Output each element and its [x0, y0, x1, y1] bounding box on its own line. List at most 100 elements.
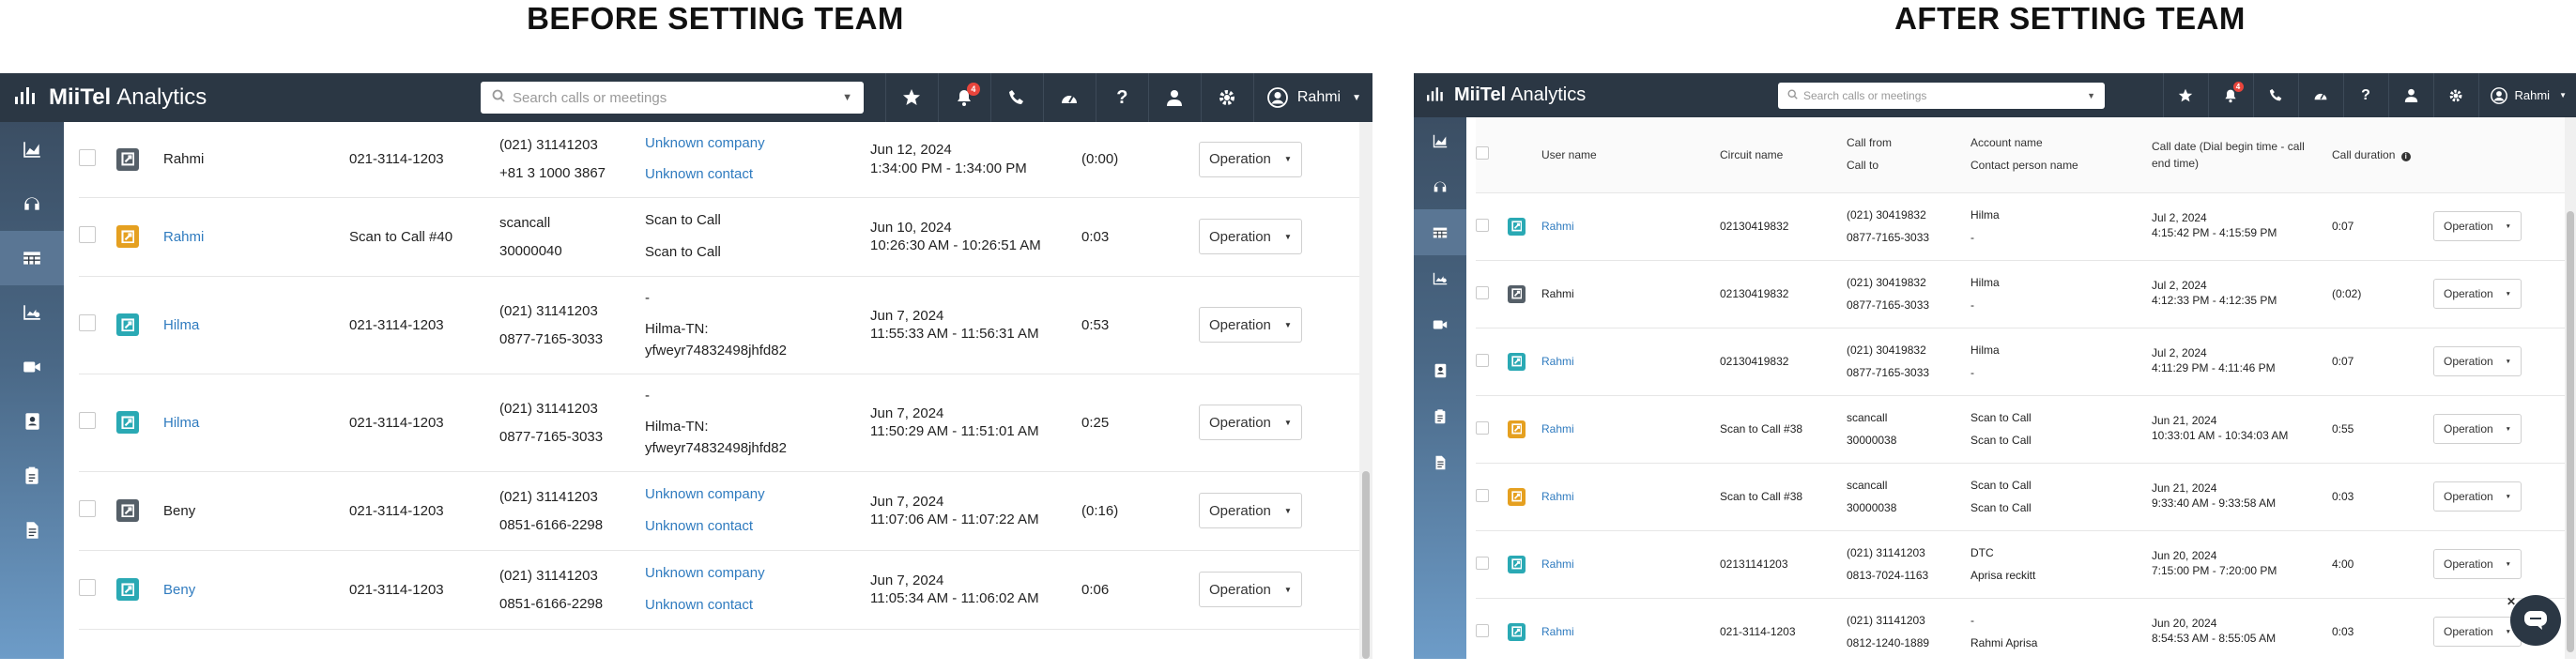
- user-name[interactable]: Rahmi: [1541, 557, 1574, 571]
- row-select[interactable]: [1476, 192, 1508, 261]
- table-row[interactable]: Rahmi Scan to Call #38 scancall 30000038 Sca…: [1476, 395, 2565, 464]
- row-select[interactable]: [1476, 395, 1508, 464]
- row-checkbox[interactable]: [1476, 218, 1489, 232]
- help-button[interactable]: ?: [2342, 73, 2388, 117]
- user-menu[interactable]: Rahmi ▼: [1252, 73, 1372, 122]
- settings-button[interactable]: [1200, 73, 1253, 122]
- search-box[interactable]: Search calls or meetings ▼: [481, 82, 864, 114]
- contact-name[interactable]: Unknown contact: [645, 596, 870, 615]
- table-row[interactable]: Rahmi 02130419832 (021) 30419832 0877-7165-…: [1476, 192, 2565, 261]
- user-cell[interactable]: Rahmi: [1541, 395, 1720, 464]
- operation-button[interactable]: Operation ▼: [1199, 307, 1302, 343]
- row-checkbox[interactable]: [79, 500, 96, 517]
- user-name[interactable]: Beny: [163, 582, 195, 598]
- table-row[interactable]: Rahmi 02130419832 (021) 30419832 0877-7165-…: [1476, 328, 2565, 396]
- search-dropdown-icon[interactable]: ▼: [842, 92, 852, 103]
- user-cell[interactable]: Rahmi: [145, 197, 349, 277]
- operation-button[interactable]: Operation ▼: [1199, 572, 1302, 607]
- contact-name[interactable]: Unknown contact: [645, 517, 870, 536]
- row-checkbox[interactable]: [1476, 420, 1489, 435]
- sidebar-item-3[interactable]: [1414, 255, 1466, 301]
- dashboard-button[interactable]: [1042, 73, 1096, 122]
- user-name[interactable]: Rahmi: [1541, 355, 1574, 368]
- sidebar-item-6[interactable]: [0, 449, 64, 503]
- agent-button[interactable]: [2387, 73, 2433, 117]
- user-name[interactable]: Hilma: [163, 415, 199, 431]
- sidebar-item-0[interactable]: [1414, 117, 1466, 163]
- table-row[interactable]: Hilma 021-3114-1203 (021) 31141203 0877-716…: [79, 276, 1365, 374]
- help-button[interactable]: ?: [1095, 73, 1148, 122]
- row-select[interactable]: [1476, 260, 1508, 328]
- row-select[interactable]: [1476, 530, 1508, 599]
- settings-button[interactable]: [2432, 73, 2478, 117]
- operation-button[interactable]: Operation ▼: [2433, 549, 2522, 579]
- user-cell[interactable]: Rahmi: [1541, 530, 1720, 599]
- user-cell[interactable]: Rahmi: [1541, 328, 1720, 396]
- row-select[interactable]: [79, 122, 116, 198]
- row-select[interactable]: [79, 550, 116, 630]
- scrollbar-thumb[interactable]: [2567, 211, 2574, 652]
- table-row[interactable]: Rahmi 02130419832 (021) 30419832 0877-7165-…: [1476, 260, 2565, 328]
- sidebar-item-5[interactable]: [0, 394, 64, 449]
- row-checkbox[interactable]: [79, 412, 96, 429]
- user-cell[interactable]: Rahmi: [1541, 598, 1720, 659]
- row-select[interactable]: [1476, 328, 1508, 396]
- user-name[interactable]: Rahmi: [1541, 625, 1574, 638]
- row-select[interactable]: [79, 197, 116, 277]
- sidebar-item-6[interactable]: [1414, 393, 1466, 439]
- table-row[interactable]: Hilma 021-3114-1203 (021) 31141203 0877-716…: [79, 374, 1365, 472]
- user-cell[interactable]: Hilma: [145, 374, 349, 472]
- header-circuit[interactable]: Circuit name: [1720, 117, 1847, 193]
- row-checkbox[interactable]: [79, 226, 96, 243]
- row-checkbox[interactable]: [79, 148, 96, 166]
- account-name[interactable]: Unknown company: [645, 564, 870, 583]
- header-account-contact[interactable]: Account name Contact person name: [1970, 117, 2152, 193]
- search-input[interactable]: Search calls or meetings: [1803, 89, 2087, 102]
- contact-name[interactable]: Unknown contact: [645, 165, 870, 184]
- operation-button[interactable]: Operation ▼: [1199, 405, 1302, 440]
- table-row[interactable]: Beny 021-3114-1203 (021) 31141203 0851-6166…: [79, 471, 1365, 551]
- row-checkbox[interactable]: [79, 579, 96, 596]
- sidebar-item-7[interactable]: [1414, 439, 1466, 485]
- favorites-button[interactable]: [2162, 73, 2208, 117]
- operation-button[interactable]: Operation ▼: [1199, 141, 1302, 177]
- phone-button[interactable]: [2252, 73, 2298, 117]
- header-duration[interactable]: Call duration i: [2332, 117, 2433, 193]
- user-name[interactable]: Hilma: [163, 317, 199, 333]
- user-name[interactable]: Rahmi: [163, 229, 204, 245]
- scrollbar[interactable]: [2565, 117, 2576, 659]
- operation-button[interactable]: Operation ▼: [2433, 414, 2522, 444]
- row-checkbox[interactable]: [1476, 285, 1489, 299]
- row-checkbox[interactable]: [79, 314, 96, 331]
- operation-button[interactable]: Operation ▼: [2433, 481, 2522, 512]
- table-row[interactable]: Rahmi 021-3114-1203 (021) 31141203 0812-124…: [1476, 598, 2565, 659]
- table-row[interactable]: Rahmi Scan to Call #38 scancall 30000038 Sca…: [1476, 463, 2565, 531]
- header-call-from-to[interactable]: Call from Call to: [1847, 117, 1970, 193]
- select-all-checkbox[interactable]: [1476, 146, 1489, 160]
- chat-button[interactable]: [2510, 595, 2561, 646]
- favorites-button[interactable]: [884, 73, 938, 122]
- account-name[interactable]: Unknown company: [645, 134, 870, 153]
- user-name[interactable]: Rahmi: [1541, 220, 1574, 233]
- table-row[interactable]: Rahmi 021-3114-1203 (021) 31141203 +81 3 10…: [79, 122, 1365, 198]
- account-name[interactable]: Unknown company: [645, 485, 870, 504]
- row-select[interactable]: [1476, 598, 1508, 659]
- header-call-date[interactable]: Call date (Dial begin time - call end ti…: [2152, 117, 2332, 193]
- sidebar-item-2[interactable]: [1414, 209, 1466, 255]
- scrollbar-thumb[interactable]: [1362, 471, 1370, 659]
- agent-button[interactable]: [1147, 73, 1201, 122]
- operation-button[interactable]: Operation ▼: [1199, 493, 1302, 528]
- row-checkbox[interactable]: [1476, 556, 1489, 570]
- row-select[interactable]: [79, 471, 116, 551]
- user-cell[interactable]: Rahmi: [1541, 192, 1720, 261]
- user-cell[interactable]: Rahmi: [1541, 463, 1720, 531]
- operation-button[interactable]: Operation ▼: [2433, 346, 2522, 376]
- sidebar-item-4[interactable]: [1414, 301, 1466, 347]
- row-checkbox[interactable]: [1476, 623, 1489, 637]
- row-checkbox[interactable]: [1476, 488, 1489, 502]
- search-input[interactable]: Search calls or meetings: [513, 90, 842, 106]
- sidebar-item-1[interactable]: [1414, 163, 1466, 209]
- row-select[interactable]: [1476, 463, 1508, 531]
- row-checkbox[interactable]: [1476, 353, 1489, 367]
- dashboard-button[interactable]: [2297, 73, 2343, 117]
